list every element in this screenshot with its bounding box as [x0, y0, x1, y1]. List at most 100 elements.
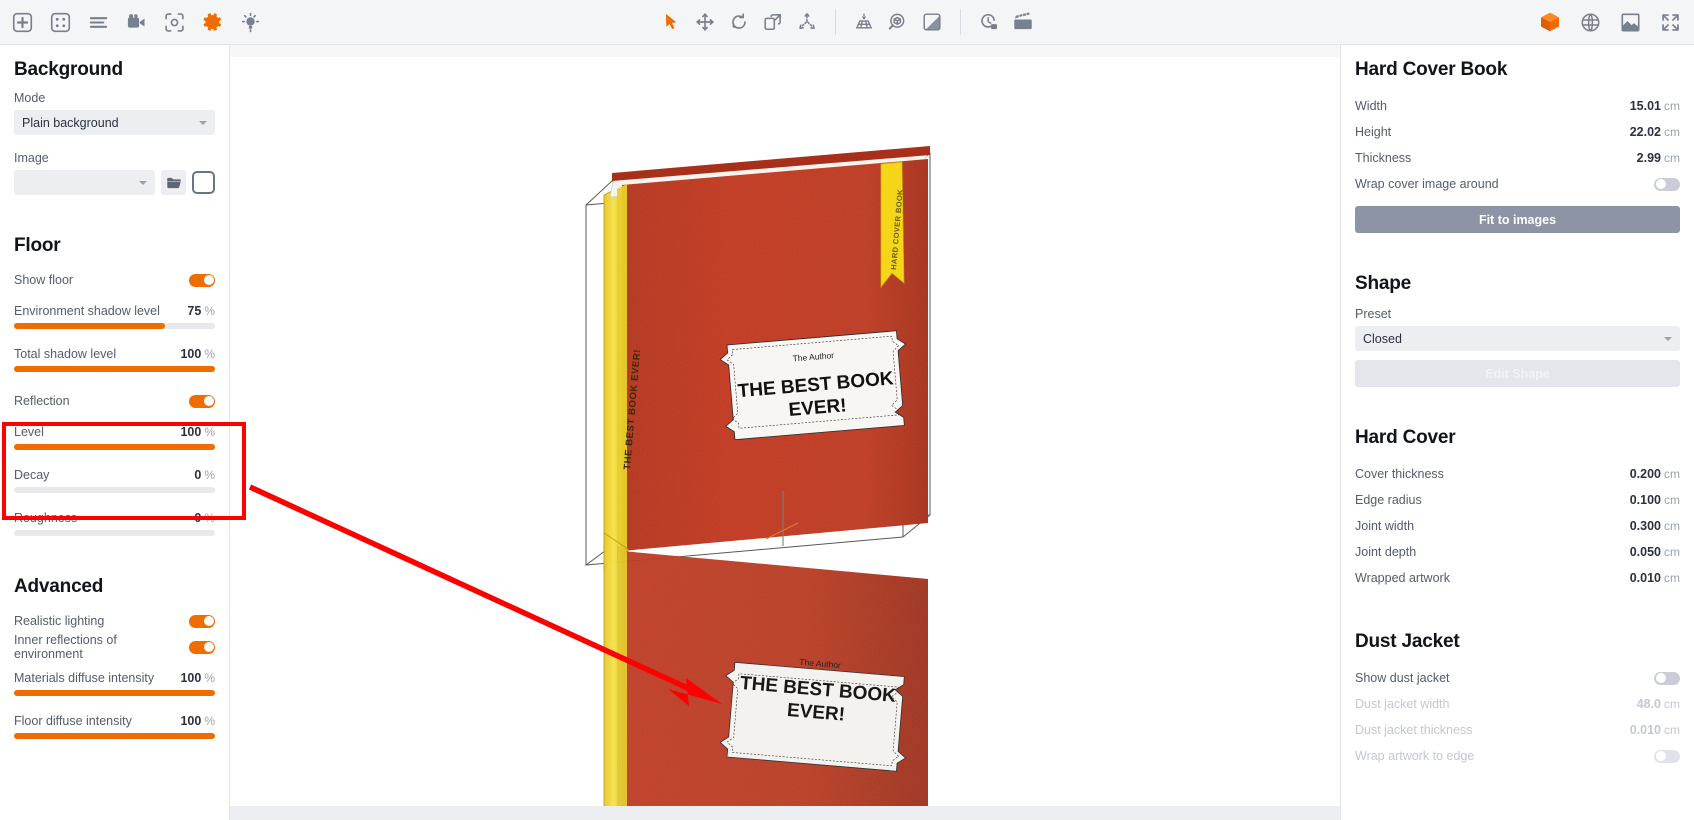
roughness-label: Roughness — [14, 511, 77, 525]
panel-icon[interactable] — [1614, 6, 1646, 38]
edge-radius-value[interactable]: 0.100 — [1630, 493, 1661, 507]
decay-row: Decay 0% — [14, 466, 215, 484]
distribute-icon[interactable] — [791, 6, 823, 38]
dust-jacket-width-label: Dust jacket width — [1355, 697, 1449, 711]
preset-label: Preset — [1355, 307, 1680, 321]
perspective-icon[interactable] — [848, 6, 880, 38]
thickness-row: Thickness 2.99cm — [1355, 145, 1680, 171]
cover-thickness-unit: cm — [1664, 467, 1680, 481]
cover-thickness-label: Cover thickness — [1355, 467, 1444, 481]
mode-label: Mode — [14, 91, 215, 105]
select-cursor-icon[interactable] — [655, 6, 687, 38]
fit-to-images-button[interactable]: Fit to images — [1355, 206, 1680, 233]
roughness-row: Roughness 0% — [14, 509, 215, 527]
move-icon[interactable] — [689, 6, 721, 38]
left-settings-panel: Background Mode Plain background Image — [0, 45, 230, 820]
background-image-select[interactable] — [14, 170, 155, 195]
gear-icon[interactable] — [196, 6, 228, 38]
percent-unit: % — [204, 304, 215, 318]
level-slider[interactable] — [14, 444, 215, 450]
camera-icon[interactable] — [120, 6, 152, 38]
joint-depth-row: Joint depth 0.050cm — [1355, 539, 1680, 565]
scale-icon[interactable] — [757, 6, 789, 38]
joint-width-unit: cm — [1664, 519, 1680, 533]
wrapped-artwork-unit: cm — [1664, 571, 1680, 585]
wrap-artwork-edge-row: Wrap artwork to edge — [1355, 743, 1680, 769]
wrap-cover-toggle[interactable] — [1654, 178, 1680, 191]
show-dust-jacket-toggle[interactable] — [1654, 672, 1680, 685]
roughness-slider[interactable] — [14, 530, 215, 536]
add-icon[interactable] — [6, 6, 38, 38]
reflection-toggle[interactable] — [189, 395, 215, 408]
materials-diffuse-slider[interactable] — [14, 690, 215, 696]
viewport-bottom-band — [230, 806, 1340, 820]
decay-slider[interactable] — [14, 487, 215, 493]
edge-radius-unit: cm — [1664, 493, 1680, 507]
wrapped-artwork-label: Wrapped artwork — [1355, 571, 1450, 585]
clapperboard-icon[interactable] — [1007, 6, 1039, 38]
wrapped-artwork-row: Wrapped artwork 0.010cm — [1355, 565, 1680, 591]
show-floor-row: Show floor — [14, 267, 215, 293]
dust-jacket-width-row: Dust jacket width 48.0cm — [1355, 691, 1680, 717]
toolbar-left-group — [0, 6, 266, 38]
light-bulb-icon[interactable] — [234, 6, 266, 38]
cube-icon[interactable] — [1534, 6, 1566, 38]
show-dust-jacket-label: Show dust jacket — [1355, 671, 1450, 685]
hard-cover-section-title: Hard Cover — [1355, 427, 1680, 449]
folder-icon[interactable] — [161, 170, 186, 195]
height-unit: cm — [1664, 125, 1680, 139]
percent-unit: % — [204, 671, 215, 685]
image-label: Image — [14, 151, 215, 165]
percent-unit: % — [204, 511, 215, 525]
hard-cover-book-3d[interactable]: THE BEST BOOK EVER! HARD COVER BOOK The … — [230, 45, 1340, 820]
wrap-cover-row: Wrap cover image around — [1355, 171, 1680, 197]
percent-unit: % — [204, 468, 215, 482]
width-value[interactable]: 15.01 — [1630, 99, 1661, 113]
edge-radius-row: Edge radius 0.100cm — [1355, 487, 1680, 513]
wrapped-artwork-value[interactable]: 0.010 — [1630, 571, 1661, 585]
cover-title-label: The Author THE BEST BOOK EVER! — [719, 330, 912, 440]
floor-diffuse-slider[interactable] — [14, 733, 215, 739]
background-mode-select[interactable]: Plain background — [14, 110, 215, 135]
toolbar-right-group — [1534, 6, 1686, 38]
color-swatch[interactable] — [192, 171, 215, 194]
dust-jacket-width-unit: cm — [1664, 697, 1680, 711]
height-row: Height 22.02cm — [1355, 119, 1680, 145]
edge-radius-label: Edge radius — [1355, 493, 1422, 507]
gradient-icon[interactable] — [916, 6, 948, 38]
3d-viewport[interactable]: THE BEST BOOK EVER! HARD COVER BOOK The … — [230, 45, 1340, 820]
env-shadow-slider[interactable] — [14, 323, 215, 329]
joint-width-value[interactable]: 0.300 — [1630, 519, 1661, 533]
percent-unit: % — [204, 425, 215, 439]
grid-icon[interactable] — [44, 6, 76, 38]
total-shadow-slider[interactable] — [14, 366, 215, 372]
thickness-value[interactable]: 2.99 — [1637, 151, 1661, 165]
materials-diffuse-row: Materials diffuse intensity 100% — [14, 669, 215, 687]
joint-depth-label: Joint depth — [1355, 545, 1416, 559]
spine-page-strip — [617, 184, 627, 557]
chevron-down-icon — [1664, 337, 1672, 341]
cover-thickness-value[interactable]: 0.200 — [1630, 467, 1661, 481]
rotate-icon[interactable] — [723, 6, 755, 38]
dust-jacket-section-title: Dust Jacket — [1355, 631, 1680, 653]
inner-reflections-toggle[interactable] — [189, 641, 215, 654]
realistic-lighting-toggle[interactable] — [189, 615, 215, 628]
chevron-down-icon — [199, 121, 207, 125]
realistic-lighting-row: Realistic lighting — [14, 608, 215, 634]
percent-unit: % — [204, 347, 215, 361]
history-icon[interactable] — [973, 6, 1005, 38]
show-floor-toggle[interactable] — [189, 274, 215, 287]
joint-depth-value[interactable]: 0.050 — [1630, 545, 1661, 559]
fullscreen-icon[interactable] — [1654, 6, 1686, 38]
menu-icon[interactable] — [82, 6, 114, 38]
dust-jacket-thickness-row: Dust jacket thickness 0.010cm — [1355, 717, 1680, 743]
height-value[interactable]: 22.02 — [1630, 125, 1661, 139]
zoom-object-icon[interactable] — [882, 6, 914, 38]
shape-preset-select[interactable]: Closed — [1355, 326, 1680, 351]
joint-depth-unit: cm — [1664, 545, 1680, 559]
sphere-icon[interactable] — [1574, 6, 1606, 38]
reflection-spine-strip — [617, 545, 627, 820]
env-shadow-label: Environment shadow level — [14, 304, 160, 318]
snapshot-icon[interactable] — [158, 6, 190, 38]
book-upper: THE BEST BOOK EVER! HARD COVER BOOK The … — [586, 146, 930, 569]
